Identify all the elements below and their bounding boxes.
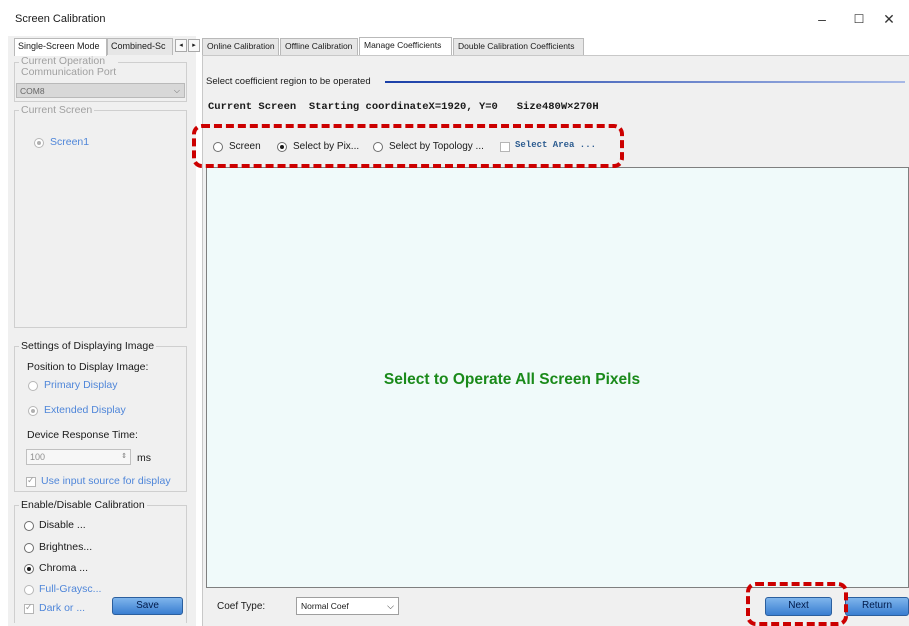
calibration-legend: Enable/Disable Calibration: [19, 499, 147, 512]
position-label: Position to Display Image:: [27, 361, 149, 373]
port-value: COM8: [20, 86, 45, 96]
extended-display-radio[interactable]: [28, 406, 38, 416]
return-button[interactable]: Return: [845, 597, 909, 616]
maximize-button[interactable]: ☐: [845, 8, 873, 30]
spinner-arrows-icon[interactable]: ⇕: [121, 450, 127, 464]
tab-scroll-left-icon[interactable]: ◂: [175, 39, 187, 52]
tab-double-calibration-coefficients[interactable]: Double Calibration Coefficients: [453, 38, 584, 55]
chevron-down-icon: ⌵: [387, 601, 394, 611]
chroma-radio[interactable]: [24, 564, 34, 574]
current-screen-info: Current Screen Starting coordinateX=1920…: [208, 101, 599, 113]
primary-display-label[interactable]: Primary Display: [44, 379, 118, 392]
tab-combined-screen[interactable]: Combined-Sc: [107, 38, 173, 55]
save-button[interactable]: Save: [112, 597, 183, 615]
screen1-radio[interactable]: [34, 138, 44, 148]
screen1-label[interactable]: Screen1: [50, 136, 89, 149]
disable-label[interactable]: Disable ...: [39, 519, 86, 532]
chevron-down-icon: ⌵: [173, 86, 180, 95]
brightness-label[interactable]: Brightnes...: [39, 541, 92, 554]
disable-radio[interactable]: [24, 521, 34, 531]
title-bar: Screen Calibration – ☐ ✕: [0, 0, 909, 36]
dark-or-label[interactable]: Dark or ...: [39, 602, 85, 615]
close-button[interactable]: ✕: [875, 8, 903, 30]
region-label: Select coefficient region to be operated: [206, 76, 371, 87]
response-time-unit: ms: [137, 452, 151, 464]
chroma-label[interactable]: Chroma ...: [39, 562, 88, 575]
coef-type-label: Coef Type:: [217, 601, 266, 612]
use-input-source-checkbox[interactable]: [26, 475, 36, 487]
canvas-message: Select to Operate All Screen Pixels: [383, 371, 641, 388]
primary-display-radio[interactable]: [28, 381, 38, 391]
tab-scroll-right-icon[interactable]: ▸: [188, 39, 200, 52]
communication-port-select[interactable]: COM8 ⌵: [16, 83, 185, 98]
minimize-button[interactable]: –: [808, 8, 836, 30]
dark-or-checkbox[interactable]: [24, 602, 34, 614]
window-title: Screen Calibration: [15, 13, 106, 25]
communication-port-label: Communication Port: [21, 66, 117, 78]
brightness-radio[interactable]: [24, 543, 34, 553]
display-settings-legend: Settings of Displaying Image: [19, 340, 157, 353]
region-divider: [385, 81, 905, 83]
options-highlight: [192, 124, 624, 168]
tab-offline-calibration[interactable]: Offline Calibration: [280, 38, 358, 55]
next-button-highlight: [746, 582, 848, 626]
full-grayscale-radio[interactable]: [24, 585, 34, 595]
coef-type-select[interactable]: Normal Coef ⌵: [296, 597, 399, 615]
tab-manage-coefficients[interactable]: Manage Coefficients: [359, 37, 452, 55]
current-screen-legend: Current Screen: [19, 104, 95, 117]
response-time-value: 100: [30, 452, 46, 462]
response-time-label: Device Response Time:: [27, 429, 138, 441]
tab-online-calibration[interactable]: Online Calibration: [202, 38, 279, 55]
coef-type-value: Normal Coef: [301, 601, 349, 611]
tab-single-screen-mode[interactable]: Single-Screen Mode: [14, 38, 107, 56]
use-input-source-label[interactable]: Use input source for display: [41, 475, 171, 488]
full-grayscale-label[interactable]: Full-Graysc...: [39, 583, 101, 596]
response-time-spinner[interactable]: 100 ⇕: [26, 449, 131, 465]
extended-display-label[interactable]: Extended Display: [44, 404, 126, 417]
